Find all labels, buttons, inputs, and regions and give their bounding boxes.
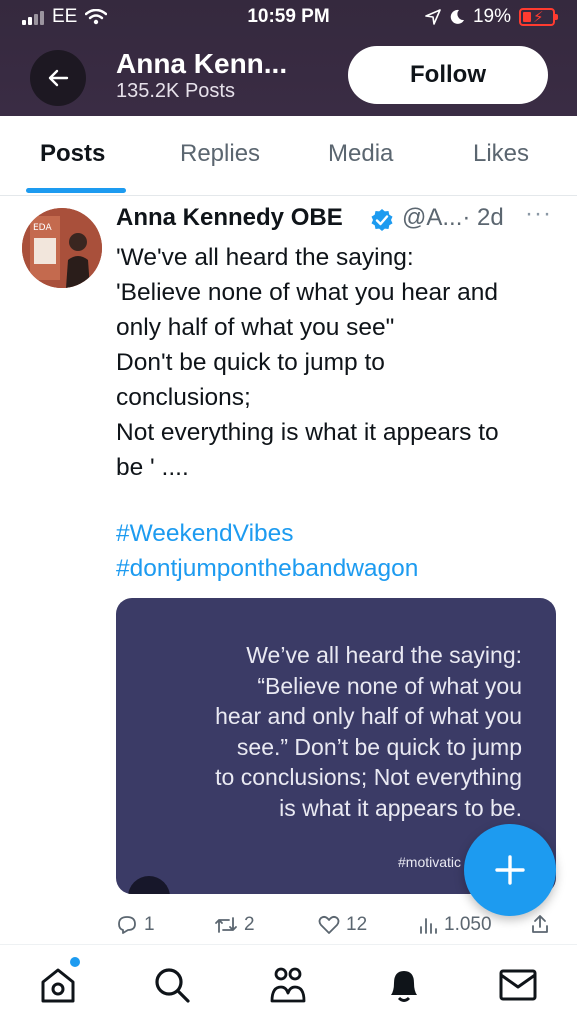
battery-icon: ⚡: [519, 8, 558, 26]
media-avatar-dot: [128, 876, 170, 894]
nav-messages[interactable]: [494, 961, 542, 1009]
verified-badge-icon: [371, 209, 393, 231]
post-text-line: be ' ....: [116, 454, 189, 481]
media-quote-line: We’ve all heard the saying:: [246, 642, 522, 668]
post-hashtags: #WeekendVibes #dontjumponthebandwagon: [116, 516, 418, 586]
profile-header: EE 10:59 PM 19% ⚡ Anna Kenn... 135.2K Po…: [0, 0, 577, 116]
post-text-line: 'We've all heard the saying:: [116, 244, 414, 271]
avatar-image: EDA: [22, 208, 102, 288]
post-text-line: only half of what you see": [116, 314, 395, 341]
envelope-icon: [499, 969, 537, 1001]
active-tab-indicator: [26, 188, 126, 193]
tab-likes[interactable]: Likes: [473, 140, 529, 168]
plus-icon: [495, 855, 525, 885]
svg-text:EDA: EDA: [33, 223, 52, 233]
communities-icon: [270, 967, 306, 1003]
hashtag-link[interactable]: #WeekendVibes: [116, 516, 418, 551]
share-icon: [532, 915, 548, 933]
media-quote-line: “Believe none of what you: [257, 672, 522, 699]
post-text: 'We've all heard the saying: 'Believe no…: [116, 240, 556, 485]
compose-post-button[interactable]: [464, 824, 556, 916]
like-action[interactable]: 12: [318, 914, 367, 936]
media-quote-text: We’ve all heard the saying: “Believe non…: [162, 640, 522, 823]
repost-icon: [215, 917, 237, 933]
like-count: 12: [346, 914, 368, 935]
post-author-row: Anna Kennedy OBE @A...· 2d ···: [116, 200, 556, 238]
tab-media[interactable]: Media: [328, 140, 393, 168]
reply-action[interactable]: 1: [116, 914, 155, 936]
bottom-navigation: [0, 944, 577, 1024]
status-bar: EE 10:59 PM 19% ⚡: [0, 0, 577, 36]
media-hashtag: #motivatic: [398, 854, 462, 870]
follow-button[interactable]: Follow: [348, 46, 548, 104]
location-icon: [425, 9, 441, 25]
back-button[interactable]: [30, 50, 86, 106]
views-action[interactable]: 1.050: [418, 914, 492, 936]
profile-name: Anna Kenn...: [116, 48, 288, 79]
nav-notifications[interactable]: [380, 961, 428, 1009]
search-icon: [155, 968, 190, 1003]
media-quote-line: is what it appears to be.: [279, 794, 522, 821]
author-handle: @A...: [402, 204, 463, 231]
post-count: 135.2K Posts: [116, 80, 235, 102]
post-text-line: 'Believe none of what you hear and: [116, 279, 498, 306]
moon-icon: [450, 9, 464, 24]
avatar[interactable]: EDA: [22, 208, 102, 288]
views-count: 1.050: [444, 914, 492, 935]
tab-replies[interactable]: Replies: [180, 140, 260, 168]
post-text-line: conclusions;: [116, 384, 251, 411]
profile-tabs: Posts Replies Media Likes: [0, 116, 577, 196]
post-text-line: Don't be quick to jump to: [116, 349, 385, 376]
post-time: · 2d: [462, 204, 504, 231]
nav-search[interactable]: [148, 961, 196, 1009]
reply-count: 1: [144, 914, 155, 935]
post-text-line: Not everything is what it appears to: [116, 419, 499, 446]
repost-action[interactable]: 2: [214, 914, 255, 936]
repost-count: 2: [244, 914, 255, 935]
bell-icon: [391, 971, 417, 1002]
notification-dot: [70, 957, 80, 967]
media-quote-line: hear and only half of what you: [215, 703, 522, 729]
views-chart-icon: [420, 918, 437, 934]
media-quote-line: see.” Don’t be quick to jump: [236, 733, 522, 760]
media-quote-line: to conclusions; Not everything: [215, 764, 522, 790]
battery-percent: 19%: [472, 6, 511, 27]
hashtag-link[interactable]: #dontjumponthebandwagon: [116, 551, 418, 586]
nav-home[interactable]: [34, 957, 82, 1009]
reply-icon: [118, 916, 136, 934]
nav-communities[interactable]: [264, 961, 312, 1009]
post-actions: 1 2 12 1.050: [116, 914, 556, 944]
heart-icon: [318, 915, 340, 934]
home-icon: [41, 968, 75, 1003]
more-options-icon[interactable]: ···: [525, 200, 552, 228]
arrow-left-icon: [48, 69, 69, 87]
tab-posts[interactable]: Posts: [40, 140, 105, 168]
share-action[interactable]: [530, 914, 550, 934]
author-name[interactable]: Anna Kennedy OBE: [116, 204, 343, 232]
